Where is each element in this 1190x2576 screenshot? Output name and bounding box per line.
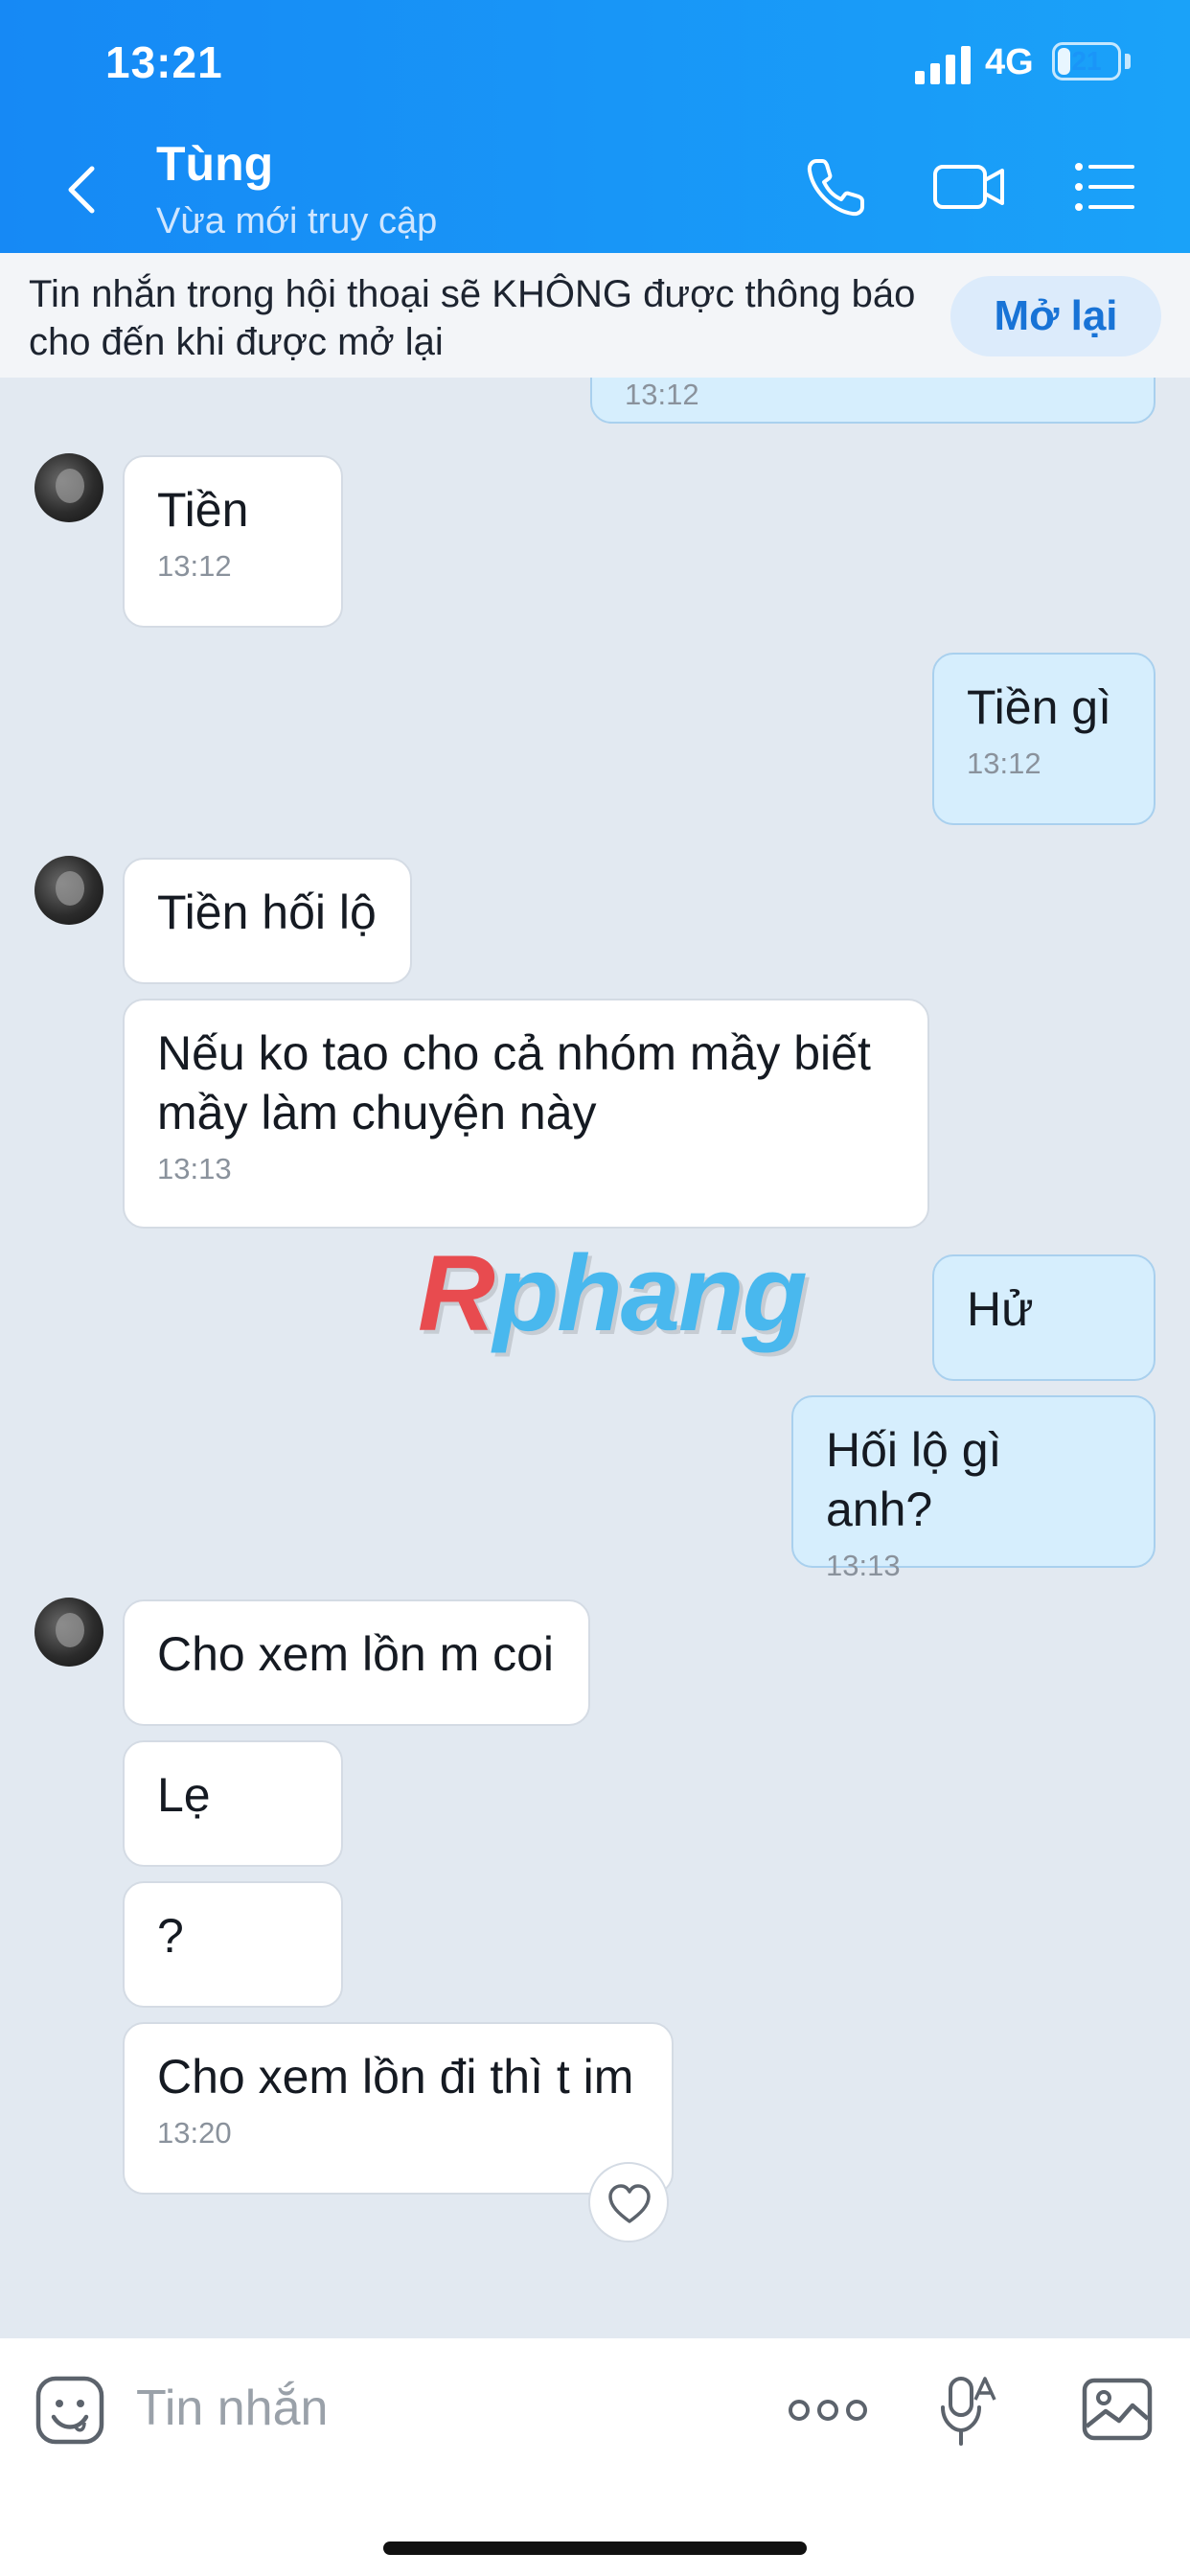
message-bubble-outgoing[interactable]: Tiền gì 13:12 — [932, 653, 1156, 825]
battery-tip — [1125, 54, 1131, 69]
mute-banner: Tin nhắn trong hội thoại sẽ KHÔNG được t… — [0, 253, 1190, 378]
message-bubble-incoming[interactable]: Tiền 13:12 — [123, 455, 343, 628]
message-text: ? — [157, 1909, 184, 1963]
status-time: 13:21 — [105, 37, 223, 87]
image-icon[interactable] — [1081, 2377, 1154, 2442]
message-input[interactable]: Tin nhắn — [136, 2380, 328, 2437]
message-text: Tiền hối lộ — [157, 886, 377, 939]
message-time: 13:13 — [826, 1549, 901, 1582]
watermark-logo: Rphang — [418, 1231, 808, 1355]
watermark-text: phang — [492, 1233, 808, 1353]
network-type: 4G — [985, 42, 1034, 82]
message-time: 13:20 — [157, 2116, 232, 2150]
message-time: 13:12 — [157, 549, 232, 583]
watermark-letter: R — [418, 1233, 495, 1353]
message-text: Lẹ — [157, 1768, 211, 1822]
message-bubble-incoming[interactable]: Tiền hối lộ — [123, 858, 412, 984]
message-bubble-incoming[interactable]: Lẹ — [123, 1740, 343, 1867]
message-time: 13:13 — [157, 1152, 232, 1185]
avatar[interactable] — [34, 453, 103, 522]
message-composer: Tin nhắn — [0, 2338, 1190, 2576]
message-text: Tiền gì — [967, 680, 1112, 734]
avatar[interactable] — [34, 1598, 103, 1667]
home-indicator[interactable] — [383, 2542, 807, 2555]
message-text: Hối lộ gì anh? — [826, 1423, 1016, 1536]
message-bubble-incoming[interactable]: Cho xem lồn m coi — [123, 1599, 590, 1726]
mute-banner-text: Tin nhắn trong hội thoại sẽ KHÔNG được t… — [29, 273, 916, 363]
message-text: Hử — [967, 1282, 1034, 1336]
message-bubble-incoming[interactable]: Nếu ko tao cho cả nhóm mầy biết mầy làm … — [123, 999, 929, 1229]
chat-header: 13:21 4G 21 Tùng Vừa mới truy cập — [0, 0, 1190, 253]
battery-icon: 21 — [1052, 42, 1121, 80]
emoji-icon[interactable] — [34, 2375, 105, 2446]
chevron-left-icon[interactable] — [56, 161, 113, 218]
reopen-button[interactable]: Mở lại — [950, 276, 1161, 356]
phone-icon[interactable] — [803, 153, 870, 220]
message-bubble-outgoing[interactable]: Hử — [932, 1254, 1156, 1381]
battery-percent: 21 — [1071, 46, 1102, 76]
microphone-icon[interactable] — [937, 2375, 998, 2448]
list-menu-icon[interactable] — [1071, 153, 1138, 220]
message-time: 13:12 — [967, 747, 1041, 780]
message-text: Cho xem lồn đi thì t im — [157, 2050, 634, 2104]
signal-icon — [915, 46, 971, 84]
contact-status: Vừa mới truy cập — [156, 201, 438, 242]
message-bubble-outgoing[interactable]: Hối lộ gì anh? 13:13 — [791, 1395, 1156, 1582]
more-dots-icon[interactable] — [788, 2394, 868, 2426]
reaction-button[interactable] — [588, 2162, 669, 2242]
avatar[interactable] — [34, 856, 103, 925]
video-camera-icon[interactable] — [931, 153, 1008, 220]
message-text: Cho xem lồn m coi — [157, 1627, 555, 1681]
message-text: Nếu ko tao cho cả nhóm mầy biết mầy làm … — [157, 1026, 871, 1139]
message-text: Tiền — [157, 483, 249, 537]
message-bubble-incoming[interactable]: Cho xem lồn đi thì t im 13:20 — [123, 2022, 674, 2195]
message-time: 13:12 — [625, 378, 699, 411]
contact-name[interactable]: Tùng — [156, 136, 273, 192]
heart-icon — [608, 2184, 651, 2223]
message-bubble-incoming[interactable]: ? — [123, 1881, 343, 2008]
